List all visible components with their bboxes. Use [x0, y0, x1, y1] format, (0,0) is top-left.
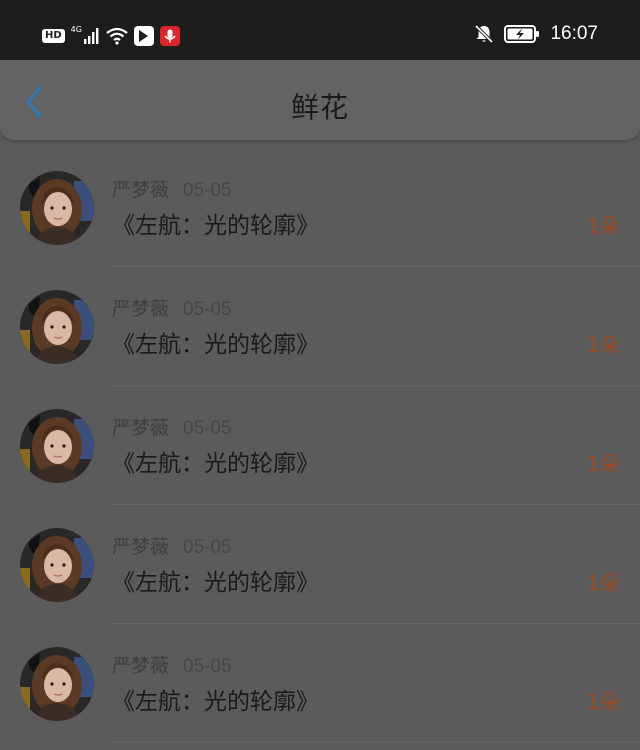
flower-count: 1朵	[587, 333, 620, 357]
item-meta: 严梦薇 05-05	[112, 294, 232, 321]
signal-icon	[83, 28, 99, 44]
status-bar: HD 4G 16:07	[0, 0, 640, 60]
user-name: 严梦薇	[112, 417, 170, 439]
user-name: 严梦薇	[112, 298, 170, 320]
book-title: 《左航：光的轮廓》	[112, 689, 319, 715]
status-bar-left: HD 4G	[42, 24, 180, 46]
item-meta: 严梦薇 05-05	[112, 532, 232, 559]
item-date: 05-05	[183, 656, 232, 677]
book-title: 《左航：光的轮廓》	[112, 213, 319, 239]
status-bar-right: 16:07	[474, 23, 598, 45]
user-name: 严梦薇	[112, 655, 170, 677]
book-title: 《左航：光的轮廓》	[112, 332, 319, 358]
item-date: 05-05	[183, 537, 232, 558]
wifi-icon	[106, 27, 128, 45]
avatar	[20, 171, 94, 245]
flower-record-list: 严梦薇 05-05 《左航：光的轮廓》 1朵 严梦薇 05-05 《左航：光的轮…	[0, 148, 640, 743]
status-time: 16:07	[550, 23, 598, 44]
item-meta: 严梦薇 05-05	[112, 651, 232, 678]
flower-count: 1朵	[587, 214, 620, 238]
hd-badge: HD	[42, 29, 65, 43]
book-title: 《左航：光的轮廓》	[112, 451, 319, 477]
item-date: 05-05	[183, 180, 232, 201]
book-title: 《左航：光的轮廓》	[112, 570, 319, 596]
avatar	[20, 528, 94, 602]
app-notification-icon	[133, 26, 154, 46]
avatar	[20, 409, 94, 483]
item-meta: 严梦薇 05-05	[112, 175, 232, 202]
list-item[interactable]: 严梦薇 05-05 《左航：光的轮廓》 1朵	[0, 386, 640, 505]
network-type-label: 4G	[70, 24, 82, 34]
list-item[interactable]: 严梦薇 05-05 《左航：光的轮廓》 1朵	[0, 624, 640, 743]
item-meta: 严梦薇 05-05	[112, 413, 232, 440]
list-item[interactable]: 严梦薇 05-05 《左航：光的轮廓》 1朵	[0, 148, 640, 267]
app-header: 鲜花	[0, 60, 640, 140]
avatar	[20, 647, 94, 721]
avatar	[20, 290, 94, 364]
list-item[interactable]: 严梦薇 05-05 《左航：光的轮廓》 1朵	[0, 505, 640, 624]
microphone-icon	[159, 26, 180, 46]
list-item[interactable]: 严梦薇 05-05 《左航：光的轮廓》 1朵	[0, 267, 640, 386]
battery-charging-icon	[504, 25, 540, 43]
flower-count: 1朵	[587, 571, 620, 595]
flower-count: 1朵	[587, 452, 620, 476]
user-name: 严梦薇	[112, 536, 170, 558]
flower-count: 1朵	[587, 690, 620, 714]
item-date: 05-05	[183, 418, 232, 439]
bell-muted-icon	[475, 24, 494, 44]
user-name: 严梦薇	[112, 179, 170, 201]
page-title: 鲜花	[290, 91, 349, 124]
item-date: 05-05	[183, 299, 232, 320]
